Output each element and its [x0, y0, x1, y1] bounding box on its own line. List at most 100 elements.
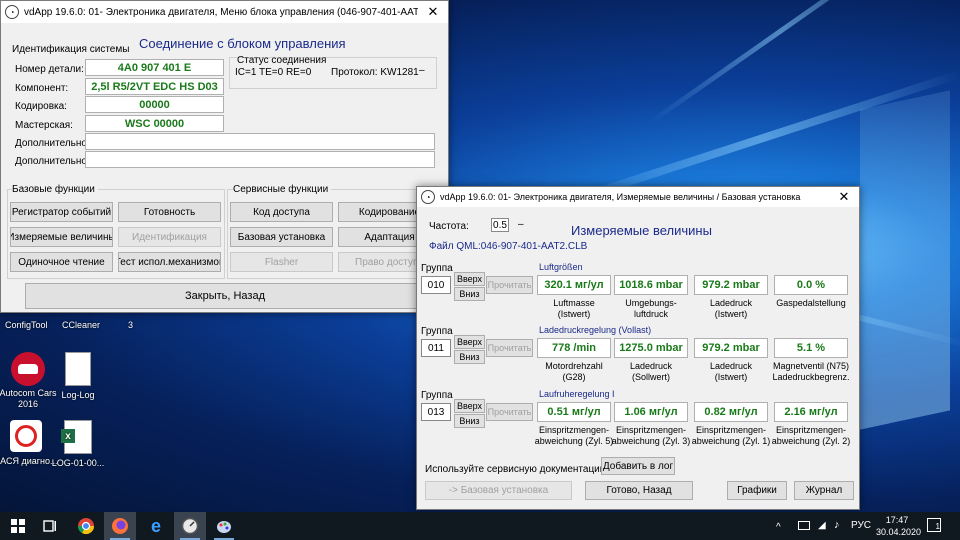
group-number-field[interactable]: 010 — [421, 276, 451, 294]
value-caption: Motordrehzahl (G28) — [545, 361, 603, 382]
edge-icon[interactable]: e — [140, 512, 172, 540]
clock[interactable]: 17:47 30.04.2020 — [876, 514, 922, 538]
notification-icon[interactable]: 1 — [927, 518, 941, 532]
basic-functions-title: Базовые функции — [12, 184, 98, 195]
protocol-value: Протокол: KW1281 — [331, 67, 419, 78]
part-number-field: 4A0 907 401 E — [85, 59, 224, 76]
actuator-test-button[interactable]: Тест испол.механизмов — [118, 252, 221, 272]
group-down-button[interactable]: Вниз — [454, 414, 485, 428]
group-read-button[interactable]: Прочитать — [486, 403, 533, 421]
group-number-field[interactable]: 011 — [421, 339, 451, 357]
measured-value: 0.51 мг/ул — [537, 402, 611, 422]
group-title: Laufruheregelung I — [539, 389, 615, 399]
access-code-button[interactable]: Код доступа — [230, 202, 333, 222]
window-titlebar[interactable]: ◔ vdApp 19.6.0: 01- Электроника двигател… — [417, 187, 859, 207]
component-field: 2,5l R5/2VT EDC HS D03 — [85, 78, 224, 95]
value-caption: Ladedruck (Istwert) — [709, 298, 753, 319]
measured-values-window: ◔ vdApp 19.6.0: 01- Электроника двигател… — [416, 186, 860, 510]
group-down-button[interactable]: Вниз — [454, 350, 485, 364]
measured-value: 320.1 мг/ул — [537, 275, 611, 295]
start-icon[interactable] — [2, 512, 34, 540]
text-file-icon — [65, 352, 91, 386]
volume-icon[interactable]: ♪ — [834, 519, 840, 531]
excel-icon: x — [61, 420, 92, 454]
measured-value: 778 /min — [537, 338, 611, 358]
measured-values-button[interactable]: Измеряемые величины — [10, 227, 113, 247]
group-up-button[interactable]: Вверх — [454, 335, 485, 349]
basic-setting-button[interactable]: Базовая установка — [230, 227, 333, 247]
frequency-field[interactable]: 0.5 — [491, 218, 509, 232]
firefox-icon[interactable] — [104, 512, 136, 540]
value-caption: Gaspedalstellung — [776, 298, 846, 308]
task-view-icon[interactable] — [34, 512, 66, 540]
field-label: Мастерская: — [15, 120, 73, 131]
desktop-icon-label: Log-Log — [61, 390, 95, 400]
value-caption: Umgebungs-luftdruck — [625, 298, 677, 319]
network-icon[interactable]: ◢ — [818, 520, 826, 531]
desktop-label-3[interactable]: 3 — [128, 320, 133, 330]
group-label: Группа — [421, 263, 453, 274]
connection-status-value: IC=1 TE=0 RE=0 — [235, 67, 312, 78]
measured-value: 2.16 мг/ул — [774, 402, 848, 422]
group-number-field[interactable]: 013 — [421, 403, 451, 421]
group-up-button[interactable]: Вверх — [454, 399, 485, 413]
group-read-button[interactable]: Прочитать — [486, 339, 533, 357]
chevron-up-icon[interactable]: ^ — [776, 522, 781, 533]
close-icon[interactable]: ✕ — [829, 189, 859, 205]
language-indicator[interactable]: РУС — [851, 520, 871, 531]
basic-setting-button[interactable]: -> Базовая установка — [425, 481, 572, 500]
identification-button[interactable]: Идентификация — [118, 227, 221, 247]
group-label: Группа — [421, 326, 453, 337]
wallpaper-window-shape — [860, 90, 950, 430]
additional-field-1 — [85, 133, 435, 150]
close-icon[interactable]: ✕ — [418, 4, 448, 20]
group-down-button[interactable]: Вниз — [454, 287, 485, 301]
value-caption: Einspritzmengen-abweichung (Zyl. 3) — [611, 425, 691, 446]
measured-value: 0.0 % — [774, 275, 848, 295]
app-icon: ◔ — [5, 5, 19, 19]
value-caption: Einspritzmengen-abweichung (Zyl. 2) — [771, 425, 851, 446]
notification-count: 1 — [935, 522, 940, 531]
measured-value: 5.1 % — [774, 338, 848, 358]
journal-button[interactable]: Журнал — [794, 481, 854, 500]
flasher-button[interactable]: Flasher — [230, 252, 333, 272]
chrome-icon[interactable] — [70, 512, 102, 540]
event-log-button[interactable]: Регистратор событий — [10, 202, 113, 222]
clock-date: 30.04.2020 — [876, 527, 922, 537]
window-title: vdApp 19.6.0: 01- Электроника двигателя,… — [24, 6, 418, 18]
desktop-label-configtool[interactable]: ConfigTool — [5, 320, 48, 330]
paint-icon[interactable] — [208, 512, 240, 540]
close-back-button[interactable]: Закрыть, Назад — [25, 283, 425, 309]
readiness-button[interactable]: Готовность — [118, 202, 221, 222]
connection-status-title: Статус соединения — [237, 55, 327, 66]
window-titlebar[interactable]: ◔ vdApp 19.6.0: 01- Электроника двигател… — [1, 1, 448, 23]
desktop-icon-log-xls[interactable]: x LOG-01-00... — [46, 420, 110, 469]
measured-value: 1275.0 mbar — [614, 338, 688, 358]
measured-value: 1018.6 mbar — [614, 275, 688, 295]
done-back-button[interactable]: Готово, Назад — [585, 481, 693, 500]
field-label: Дополнительно: — [15, 156, 90, 167]
measured-values-heading: Измеряемые величины — [571, 223, 712, 238]
desktop-label-ccleaner[interactable]: CCleaner — [62, 320, 100, 330]
value-caption: Ladedruck (Sollwert) — [629, 361, 673, 382]
value-caption: Ladedruck (Istwert) — [709, 361, 753, 382]
group-up-button[interactable]: Вверх — [454, 272, 485, 286]
desktop-icon-label: LOG-01-00... — [51, 458, 105, 468]
vdapp-icon[interactable] — [174, 512, 206, 540]
value-caption: Einspritzmengen-abweichung (Zyl. 1) — [691, 425, 771, 446]
frequency-label: Частота: — [429, 221, 469, 232]
service-functions-title: Сервисные функции — [233, 184, 332, 195]
desktop-icon-loglog[interactable]: Log-Log — [46, 352, 110, 401]
status-dash: – — [419, 65, 425, 76]
add-to-log-button[interactable]: Добавить в лог — [601, 457, 675, 475]
single-read-button[interactable]: Одиночное чтение — [10, 252, 113, 272]
control-unit-menu-window: ◔ vdApp 19.6.0: 01- Электроника двигател… — [0, 0, 449, 313]
battery-icon[interactable] — [798, 521, 810, 530]
service-docs-note: Используйте сервисную документацию! — [425, 464, 611, 475]
system-id-label: Идентификация системы — [12, 44, 130, 55]
measured-value: 1.06 мг/ул — [614, 402, 688, 422]
field-label: Номер детали: — [15, 64, 84, 75]
field-label: Компонент: — [15, 83, 69, 94]
group-read-button[interactable]: Прочитать — [486, 276, 533, 294]
graphs-button[interactable]: Графики — [727, 481, 787, 500]
